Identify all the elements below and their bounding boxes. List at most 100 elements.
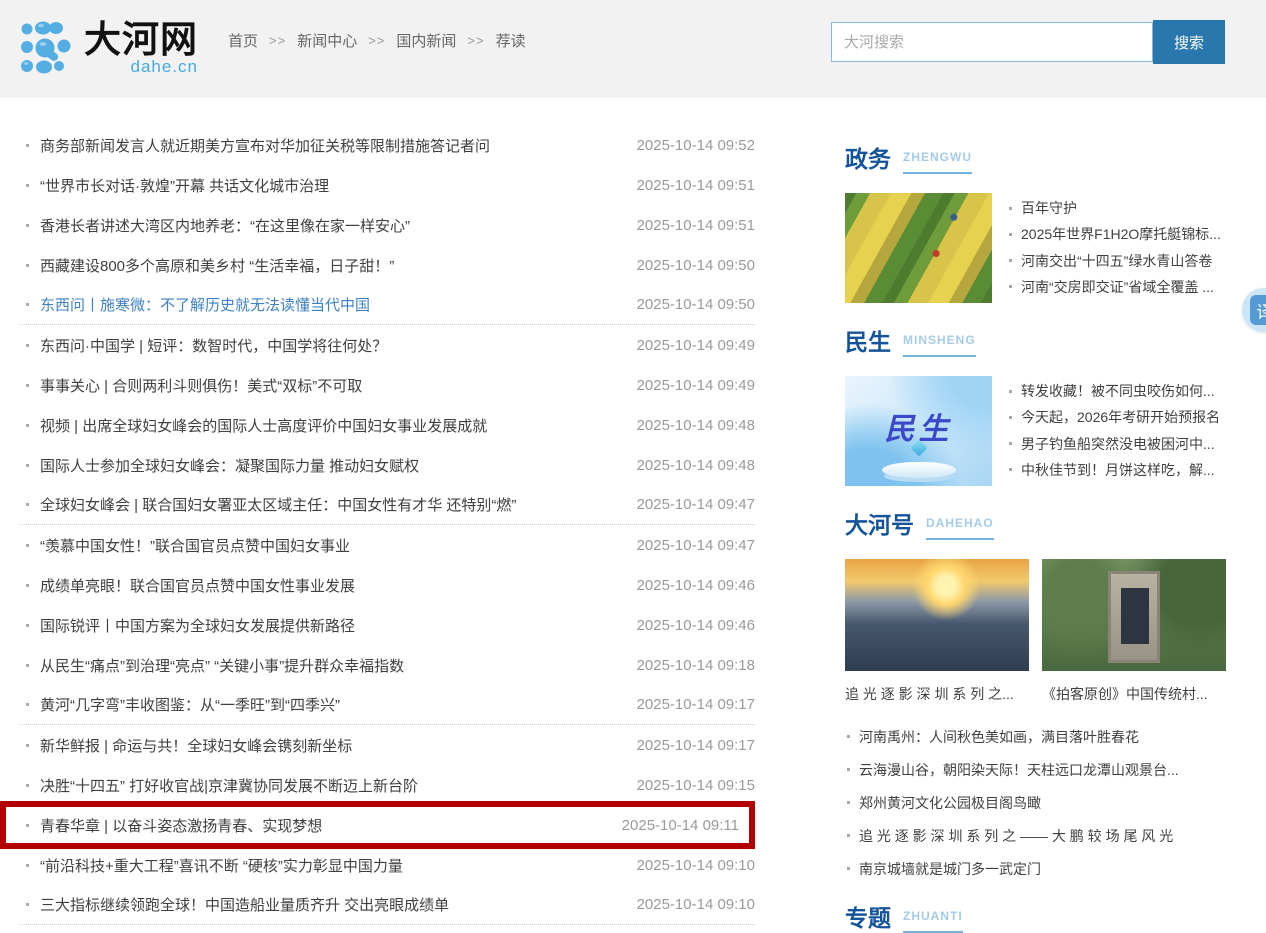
zhengwu-list: 百年守护 2025年世界F1H2O摩托艇锦标... 河南交出“十四五”绿水青山答… <box>1007 193 1225 303</box>
news-row[interactable]: 视频 | 出席全球妇女峰会的国际人士高度评价中国妇女事业发展成就 2025-10… <box>20 405 755 445</box>
news-row[interactable]: 新华鲜报 | 命运与共！全球妇女峰会镌刻新坐标 2025-10-14 09:17 <box>20 725 755 765</box>
bullet-icon <box>26 544 29 547</box>
news-date: 2025-10-14 09:11 <box>610 817 739 834</box>
sidebar-list-item[interactable]: 男子钓鱼船突然没电被困河中... <box>1007 434 1225 454</box>
news-row[interactable]: 成绩单亮眼！联合国官员点赞中国女性事业发展 2025-10-14 09:46 <box>20 565 755 605</box>
section-title[interactable]: 专题 <box>845 906 891 931</box>
news-row[interactable]: “世界市长对话·敦煌”开幕 共话文化城市治理 2025-10-14 09:51 <box>20 165 755 205</box>
news-title-link[interactable]: “世界市长对话·敦煌”开幕 共话文化城市治理 <box>40 175 329 196</box>
sidebar-list-item[interactable]: 2025年世界F1H2O摩托艇锦标... <box>1007 224 1225 244</box>
sidebar-section-zhengwu: 政务 ZHENGWU 百年守护 2025年世界F1H2O摩托艇锦 <box>845 147 1225 303</box>
news-title-link[interactable]: 黄河“几字弯”丰收图鉴：从“一季旺”到“四季兴” <box>40 694 340 715</box>
news-row[interactable]: 香港长者讲述大湾区内地养老：“在这里像在家一样安心” 2025-10-14 09… <box>20 205 755 245</box>
sidebar-list-item[interactable]: 追 光 逐 影 深 圳 系 列 之 —— 大 鹏 较 场 尾 风 光 <box>845 819 1225 852</box>
sidebar-list-item[interactable]: 百年守护 <box>1007 198 1225 218</box>
news-title-link[interactable]: 从民生“痛点”到治理“亮点” “关键小事”提升群众幸福指数 <box>40 655 404 676</box>
search-button[interactable]: 搜索 <box>1153 20 1225 64</box>
news-date: 2025-10-14 09:47 <box>625 496 755 513</box>
news-title-link[interactable]: 西藏建设800多个高原和美乡村 “生活幸福，日子甜！” <box>40 255 394 276</box>
news-title-link[interactable]: 决胜“十四五” 打好收官战|京津冀协同发展不断迈上新台阶 <box>40 775 418 796</box>
section-subtitle: ZHENGWU <box>903 150 972 174</box>
news-title-link[interactable]: 国际人士参加全球妇女峰会：凝聚国际力量 推动妇女赋权 <box>40 455 419 476</box>
bullet-icon <box>847 867 850 870</box>
dahehao-list: 河南禹州：人间秋色美如画，满目落叶胜春花 云海漫山谷，朝阳染天际！天柱远口龙潭山… <box>845 720 1225 885</box>
news-row[interactable]: 东西问·中国学 | 短评：数智时代，中国学将往何处？ 2025-10-14 09… <box>20 325 755 365</box>
sidebar-list-item[interactable]: 云海漫山谷，朝阳染天际！天柱远口龙潭山观景台... <box>845 753 1225 786</box>
news-title-link[interactable]: 新华鲜报 | 命运与共！全球妇女峰会镌刻新坐标 <box>40 735 352 756</box>
news-row[interactable]: 国际锐评丨中国方案为全球妇女发展提供新路径 2025-10-14 09:46 <box>20 605 755 645</box>
bullet-icon <box>26 464 29 467</box>
section-subtitle: MINSHENG <box>903 333 976 357</box>
news-row[interactable]: 事事关心 | 合则两利斗则俱伤！美式“双标”不可取 2025-10-14 09:… <box>20 365 755 405</box>
search-input[interactable] <box>831 22 1153 62</box>
breadcrumb-link[interactable]: 国内新闻 <box>396 30 456 51</box>
bullet-icon <box>1009 259 1012 262</box>
breadcrumb: 首页 >> 新闻中心 >> 国内新闻 >> 荐读 >> <box>228 30 526 51</box>
news-title-link[interactable]: 事事关心 | 合则两利斗则俱伤！美式“双标”不可取 <box>40 375 362 396</box>
dahehao-card[interactable]: 追 光 逐 影 深 圳 系 列 之... <box>845 559 1029 704</box>
sidebar-list-item[interactable]: 南京城墙就是城门多一武定门 <box>845 852 1225 885</box>
minsheng-media-row: 民生 转发收藏！被不同虫咬伤如何... 今天起，2026年考研开 <box>845 376 1225 486</box>
news-row[interactable]: 全球妇女峰会 | 联合国妇女署亚太区域主任：中国女性有才华 还特别“燃” 202… <box>20 485 755 525</box>
news-date: 2025-10-14 09:49 <box>625 337 755 354</box>
news-row[interactable]: 西藏建设800多个高原和美乡村 “生活幸福，日子甜！” 2025-10-14 0… <box>20 245 755 285</box>
dahehao-card[interactable]: 《拍客原创》中国传统村... <box>1042 559 1226 704</box>
breadcrumb-item: 首页 >> <box>228 30 297 51</box>
news-title-link[interactable]: “羡慕中国女性！”联合国官员点赞中国妇女事业 <box>40 535 350 556</box>
breadcrumb-link[interactable]: 新闻中心 <box>297 30 357 51</box>
sidebar-list-item[interactable]: 郑州黄河文化公园极目阁鸟瞰 <box>845 786 1225 819</box>
news-row[interactable]: 青春华章 | 以奋斗姿态激扬青春、实现梦想 2025-10-14 09:11 <box>0 801 755 849</box>
news-title-link[interactable]: 国际锐评丨中国方案为全球妇女发展提供新路径 <box>40 615 355 636</box>
site-header: 大河网 dahe.cn 首页 >> 新闻中心 >> 国内新闻 >> 荐读 >> <box>0 0 1266 98</box>
news-row[interactable]: 三大指标继续领跑全球！中国造船业量质齐升 交出亮眼成绩单 2025-10-14 … <box>20 885 755 925</box>
section-title[interactable]: 大河号 <box>845 513 914 538</box>
news-title-link[interactable]: 视频 | 出席全球妇女峰会的国际人士高度评价中国妇女事业发展成就 <box>40 415 487 436</box>
news-date: 2025-10-14 09:49 <box>625 377 755 394</box>
news-title-link[interactable]: 香港长者讲述大湾区内地养老：“在这里像在家一样安心” <box>40 215 410 236</box>
sidebar-list-item[interactable]: 转发收藏！被不同虫咬伤如何... <box>1007 381 1225 401</box>
site-logo[interactable]: 大河网 dahe.cn <box>20 20 198 78</box>
news-row[interactable]: “前沿科技+重大工程”喜讯不断 “硬核”实力彰显中国力量 2025-10-14 … <box>20 845 755 885</box>
news-title-link[interactable]: 三大指标继续领跑全球！中国造船业量质齐升 交出亮眼成绩单 <box>40 894 449 915</box>
news-title-link[interactable]: 商务部新闻发言人就近期美方宣布对华加征关税等限制措施答记者问 <box>40 135 490 156</box>
news-date: 2025-10-14 09:48 <box>625 457 755 474</box>
breadcrumb-separator-icon: >> <box>368 33 385 48</box>
breadcrumb-link[interactable]: 荐读 <box>496 30 526 51</box>
section-header-zhengwu: 政务 ZHENGWU <box>845 147 1225 174</box>
minsheng-graphic[interactable]: 民生 <box>845 376 992 486</box>
sidebar-list-item[interactable]: 河南“交房即交证”省域全覆盖 ... <box>1007 277 1225 297</box>
logo-title: 大河网 <box>84 21 198 58</box>
bullet-icon <box>26 384 29 387</box>
sidebar-item-label: 中秋佳节到！月饼这样吃，解... <box>1021 460 1215 480</box>
news-row[interactable]: 黄河“几字弯”丰收图鉴：从“一季旺”到“四季兴” 2025-10-14 09:1… <box>20 685 755 725</box>
news-date: 2025-10-14 09:46 <box>625 577 755 594</box>
bullet-icon <box>26 303 29 306</box>
news-title-link[interactable]: 全球妇女峰会 | 联合国妇女署亚太区域主任：中国女性有才华 还特别“燃” <box>40 494 516 515</box>
sidebar: 政务 ZHENGWU 百年守护 2025年世界F1H2O摩托艇锦 <box>845 125 1225 933</box>
news-title-link[interactable]: 东西问丨施寒微：不了解历史就无法读懂当代中国 <box>40 294 370 315</box>
sidebar-list-item[interactable]: 河南交出“十四五”绿水青山答卷 <box>1007 251 1225 271</box>
sidebar-list-item[interactable]: 河南禹州：人间秋色美如画，满目落叶胜春花 <box>845 720 1225 753</box>
section-title[interactable]: 民生 <box>845 330 891 355</box>
news-date: 2025-10-14 09:51 <box>625 177 755 194</box>
news-row[interactable]: 决胜“十四五” 打好收官战|京津冀协同发展不断迈上新台阶 2025-10-14 … <box>20 765 755 805</box>
news-date: 2025-10-14 09:17 <box>625 696 755 713</box>
news-date: 2025-10-14 09:15 <box>625 777 755 794</box>
news-title-link[interactable]: “前沿科技+重大工程”喜讯不断 “硬核”实力彰显中国力量 <box>40 855 403 876</box>
news-row[interactable]: 商务部新闻发言人就近期美方宣布对华加征关税等限制措施答记者问 2025-10-1… <box>20 125 755 165</box>
news-row[interactable]: 东西问丨施寒微：不了解历史就无法读懂当代中国 2025-10-14 09:50 <box>20 285 755 325</box>
farmland-aerial-photo[interactable] <box>845 193 992 303</box>
news-title-link[interactable]: 东西问·中国学 | 短评：数智时代，中国学将往何处？ <box>40 335 387 356</box>
bullet-icon <box>847 834 850 837</box>
news-list: 商务部新闻发言人就近期美方宣布对华加征关税等限制措施答记者问 2025-10-1… <box>20 125 755 933</box>
news-title-link[interactable]: 成绩单亮眼！联合国官员点赞中国女性事业发展 <box>40 575 355 596</box>
news-row[interactable]: 从民生“痛点”到治理“亮点” “关键小事”提升群众幸福指数 2025-10-14… <box>20 645 755 685</box>
news-row[interactable]: “羡慕中国女性！”联合国官员点赞中国妇女事业 2025-10-14 09:47 <box>20 525 755 565</box>
bullet-icon <box>26 624 29 627</box>
news-title-link[interactable]: 青春华章 | 以奋斗姿态激扬青春、实现梦想 <box>40 815 322 836</box>
section-title[interactable]: 政务 <box>845 147 891 172</box>
sidebar-list-item[interactable]: 中秋佳节到！月饼这样吃，解... <box>1007 460 1225 480</box>
breadcrumb-link[interactable]: 首页 <box>228 30 258 51</box>
news-row[interactable]: 国际人士参加全球妇女峰会：凝聚国际力量 推动妇女赋权 2025-10-14 09… <box>20 445 755 485</box>
sidebar-list-item[interactable]: 今天起，2026年考研开始预报名 <box>1007 407 1225 427</box>
